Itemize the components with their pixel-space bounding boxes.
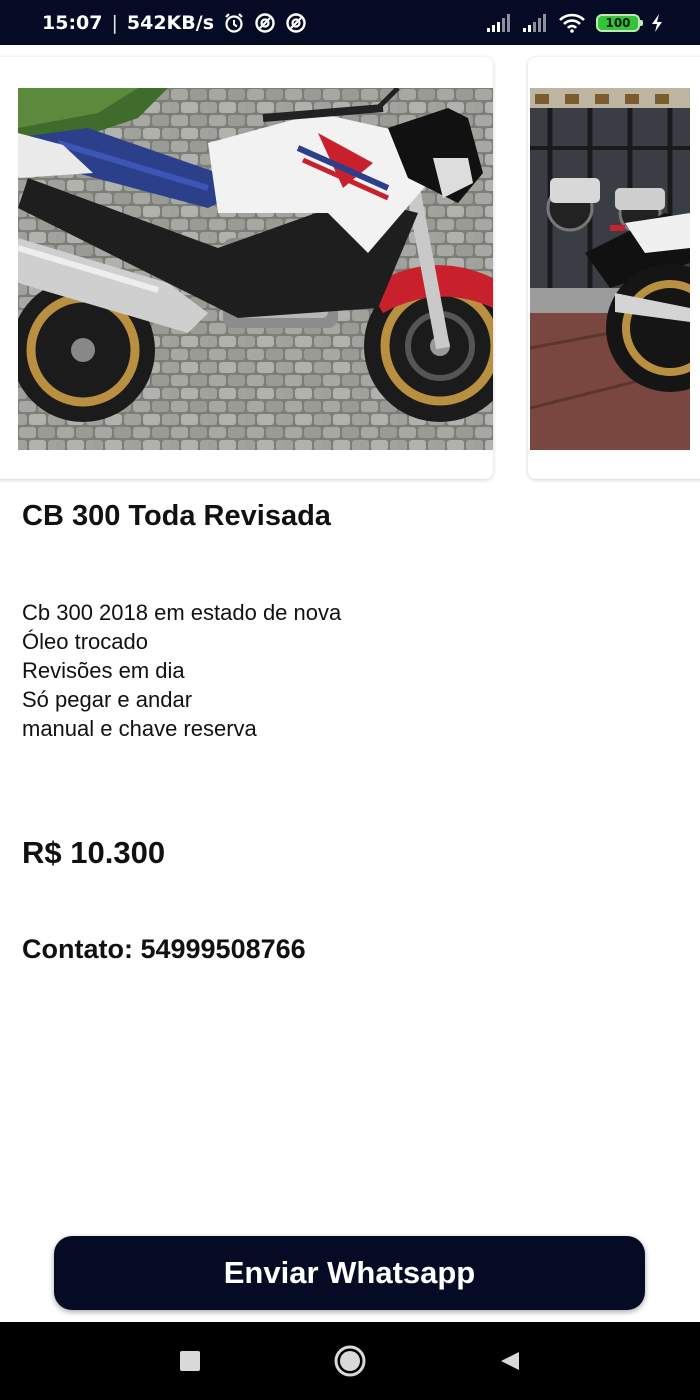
motorcycle-photo: [530, 88, 690, 450]
description-line: manual e chave reserva: [22, 716, 257, 741]
listing-price: R$ 10.300: [22, 835, 166, 870]
description-line: Só pegar e andar: [22, 687, 193, 712]
charging-icon: [650, 13, 664, 33]
back-icon[interactable]: [490, 1341, 530, 1381]
status-bar: 15:07 | 542KB/s 100: [0, 0, 700, 45]
signal-icon: [486, 13, 512, 33]
status-time: 15:07: [42, 11, 103, 34]
description-line: Revisões em dia: [22, 658, 185, 683]
alarm-icon: [223, 12, 245, 34]
sync-icon: [285, 12, 307, 34]
wifi-icon: [558, 13, 586, 33]
photo-carousel[interactable]: [0, 45, 700, 495]
status-left: 15:07 | 542KB/s: [42, 12, 307, 34]
description-line: Óleo trocado: [22, 629, 148, 654]
description-line: Cb 300 2018 em estado de nova: [22, 600, 342, 625]
listing-title: CB 300 Toda Revisada: [22, 500, 331, 532]
photo-card[interactable]: [0, 57, 493, 479]
motorcycle-photo: [18, 88, 493, 450]
sync-icon: [254, 12, 276, 34]
navigation-bar: [0, 1322, 700, 1400]
status-separator: |: [111, 11, 118, 34]
send-whatsapp-button[interactable]: Enviar Whatsapp: [54, 1236, 645, 1310]
home-icon[interactable]: [330, 1341, 370, 1381]
recents-icon[interactable]: [170, 1341, 210, 1381]
contact-phone: Contato: 54999508766: [22, 934, 306, 964]
network-speed: 542KB/s: [126, 11, 215, 34]
photo-card[interactable]: [528, 57, 700, 479]
signal-icon: [522, 13, 548, 33]
battery-icon: 100: [596, 13, 643, 32]
status-right: 100: [486, 13, 664, 33]
listing-description: Cb 300 2018 em estado de nova Óleo troca…: [22, 598, 341, 743]
